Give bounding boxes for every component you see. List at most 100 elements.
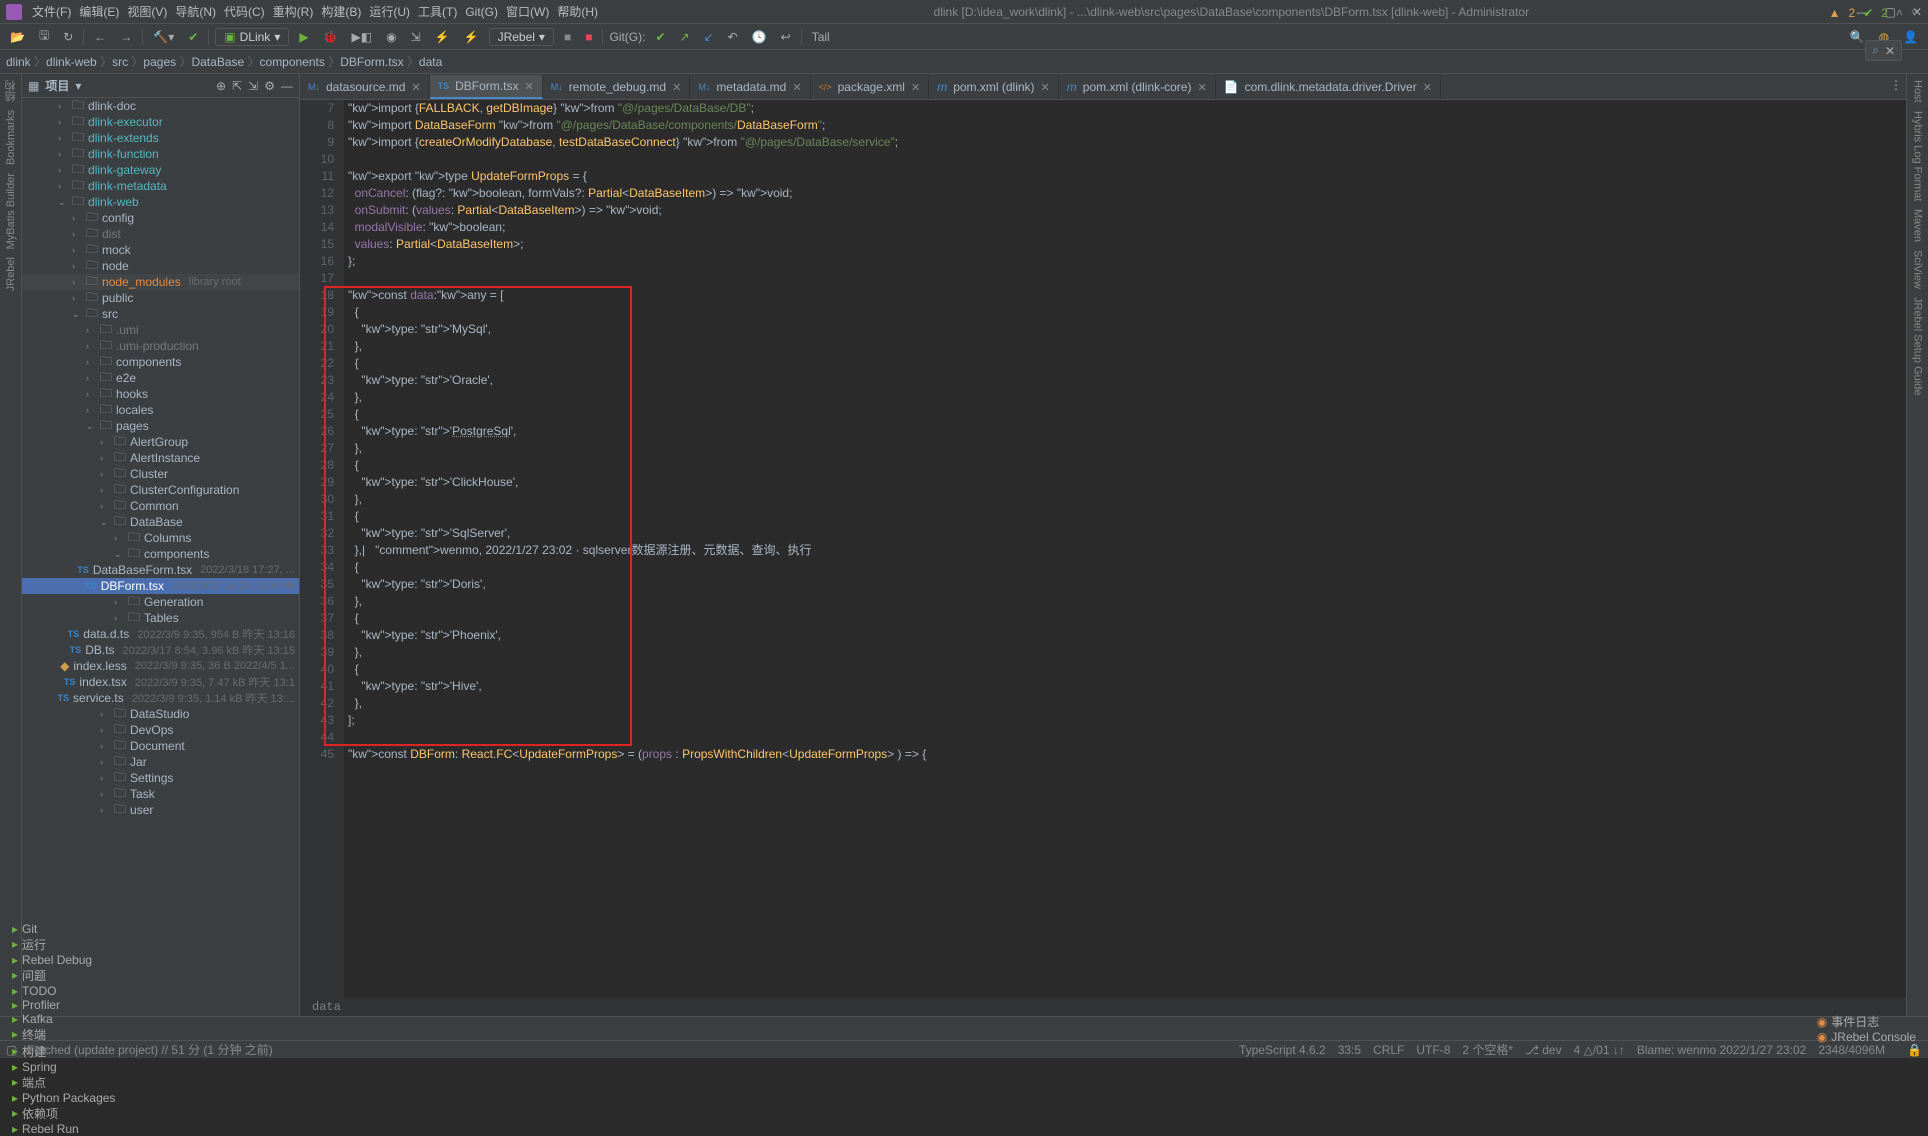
tree-row[interactable]: ◆index.less2022/3/9 9:35, 36 B 2022/4/5 … (22, 658, 299, 674)
editor-tab[interactable]: mpom.xml (dlink-core)✕ (1059, 75, 1216, 99)
git-history-icon[interactable]: ↶ (724, 28, 742, 46)
editor-tab[interactable]: </>package.xml✕ (811, 75, 930, 99)
stop-icon[interactable]: ■ (560, 28, 575, 46)
tree-row[interactable]: ⌄🗀pages (22, 418, 299, 434)
breadcrumb-item[interactable]: dlink (6, 55, 31, 69)
chevron-icon[interactable]: › (86, 357, 96, 367)
open-icon[interactable]: 📂 (6, 28, 29, 46)
tree-row[interactable]: ›🗀user (22, 802, 299, 818)
tool-window-button[interactable]: ▸Kafka (6, 1012, 1807, 1026)
tool-window-button[interactable]: ▸Rebel Run (6, 1122, 1807, 1136)
chevron-icon[interactable]: › (86, 341, 96, 351)
chevron-icon[interactable]: › (58, 181, 68, 191)
right-stripe-maven[interactable]: Maven (1912, 209, 1924, 242)
chevron-icon[interactable]: › (100, 501, 110, 511)
tree-row[interactable]: ›🗀Tables (22, 610, 299, 626)
menu-item[interactable]: 帮助(H) (557, 5, 598, 19)
tree-row[interactable]: ›🗀Task (22, 786, 299, 802)
chevron-icon[interactable]: › (72, 245, 82, 255)
reader-mode-indicator[interactable]: ⌕ ✕ (1865, 40, 1902, 61)
tree-row[interactable]: ›🗀config (22, 210, 299, 226)
editor-tab[interactable]: M↓metadata.md✕ (690, 75, 810, 99)
tool-window-button[interactable]: ▸Profiler (6, 998, 1807, 1012)
chevron-icon[interactable]: › (86, 389, 96, 399)
editor-tab[interactable]: M↓datasource.md✕ (300, 75, 430, 99)
breadcrumb-item[interactable]: DataBase (191, 55, 244, 69)
back-icon[interactable]: ← (90, 28, 110, 46)
menu-item[interactable]: 窗口(W) (506, 5, 549, 19)
left-stripe-structure[interactable]: 结构 (3, 80, 19, 102)
chevron-icon[interactable]: › (86, 325, 96, 335)
jrebel-run-icon[interactable]: ⚡ (431, 28, 454, 46)
tool-window-button[interactable]: ▸依赖项 (6, 1105, 1807, 1122)
chevron-icon[interactable]: ⌄ (86, 421, 96, 432)
lock-icon[interactable]: 🔒 (1907, 1043, 1922, 1057)
tree-row[interactable]: ›🗀Columns (22, 530, 299, 546)
tree-row[interactable]: TSDBForm.tsx2022/3/27 16:28, 3.04 kB (22, 578, 299, 594)
tool-window-button[interactable]: ◉事件日志 (1811, 1013, 1922, 1030)
menu-item[interactable]: 文件(F) (32, 5, 71, 19)
tree-row[interactable]: ›🗀public (22, 290, 299, 306)
breadcrumb-item[interactable]: pages (143, 55, 176, 69)
tool-windows-icon[interactable]: ▢ (6, 1043, 17, 1057)
tree-row[interactable]: TSdata.d.ts2022/3/9 9:35, 954 B 昨天 13:16 (22, 626, 299, 642)
right-stripe-sciview[interactable]: SciView (1912, 250, 1924, 289)
tree-row[interactable]: ›🗀node (22, 258, 299, 274)
status-item[interactable]: TypeScript 4.6.2 (1239, 1043, 1326, 1057)
tree-row[interactable]: ›🗀Settings (22, 770, 299, 786)
tree-row[interactable]: ›🗀mock (22, 242, 299, 258)
git-push-icon[interactable]: ↗ (676, 28, 694, 46)
chevron-icon[interactable]: ⌄ (58, 197, 68, 208)
chevron-icon[interactable]: › (100, 485, 110, 495)
chevron-icon[interactable]: › (58, 101, 68, 111)
tree-row[interactable]: ›🗀dlink-gateway (22, 162, 299, 178)
tree-row[interactable]: TSservice.ts2022/3/9 9:35, 1.14 kB 昨天 13… (22, 690, 299, 706)
tree-row[interactable]: ›🗀locales (22, 402, 299, 418)
close-tab-icon[interactable]: ✕ (911, 81, 920, 94)
close-tab-icon[interactable]: ✕ (524, 80, 533, 93)
right-tool-stripe[interactable]: Host Hybris Log Format Maven SciView JRe… (1906, 74, 1928, 1016)
chevron-icon[interactable]: › (72, 293, 82, 303)
menu-item[interactable]: 工具(T) (418, 5, 457, 19)
tree-row[interactable]: ›🗀AlertGroup (22, 434, 299, 450)
close-tab-icon[interactable]: ✕ (672, 81, 681, 94)
chevron-icon[interactable]: › (58, 133, 68, 143)
tree-row[interactable]: ›🗀e2e (22, 370, 299, 386)
hide-icon[interactable]: — (281, 79, 293, 93)
tree-row[interactable]: ›🗀Generation (22, 594, 299, 610)
collapse-icon[interactable]: ⇲ (248, 79, 258, 93)
chevron-icon[interactable]: › (100, 757, 110, 767)
expand-icon[interactable]: ⇱ (232, 79, 242, 93)
chevron-icon[interactable]: › (86, 373, 96, 383)
status-item[interactable]: CRLF (1373, 1043, 1404, 1057)
tree-row[interactable]: ›🗀dlink-executor (22, 114, 299, 130)
status-item[interactable]: Blame: wenmo 2022/1/27 23:02 (1637, 1043, 1806, 1057)
chevron-icon[interactable]: › (114, 533, 124, 543)
chevron-icon[interactable]: › (114, 597, 124, 607)
breadcrumb-item[interactable]: DBForm.tsx (340, 55, 403, 69)
chevron-icon[interactable]: › (72, 213, 82, 223)
tree-row[interactable]: TSDB.ts2022/3/17 8:54, 3.96 kB 昨天 13:15 (22, 642, 299, 658)
right-stripe-hybris[interactable]: Hybris Log Format (1912, 111, 1924, 201)
close-tab-icon[interactable]: ✕ (1423, 81, 1432, 94)
next-icon[interactable]: ˅ (1911, 6, 1918, 20)
tool-window-button[interactable]: ▸终端 (6, 1026, 1807, 1043)
attach-icon[interactable]: ⇲ (407, 28, 425, 46)
run-icon[interactable]: ▶ (295, 28, 312, 46)
menu-item[interactable]: 运行(U) (369, 5, 410, 19)
left-tool-stripe[interactable]: 结构 Bookmarks MyBatis Builder JRebel (0, 74, 22, 1016)
inspection-widget[interactable]: ▲2 ✔2 ˄ ˅ (1829, 6, 1918, 20)
right-stripe-host[interactable]: Host (1912, 80, 1924, 103)
chevron-icon[interactable]: › (72, 229, 82, 239)
close-tab-icon[interactable]: ✕ (411, 81, 420, 94)
chevron-icon[interactable]: › (72, 261, 82, 271)
tree-row[interactable]: ›🗀ClusterConfiguration (22, 482, 299, 498)
menu-item[interactable]: 编辑(E) (79, 5, 119, 19)
status-item[interactable]: UTF-8 (1416, 1043, 1450, 1057)
tree-row[interactable]: ›🗀hooks (22, 386, 299, 402)
tabs-more-icon[interactable]: ⋮ (1890, 78, 1902, 92)
chevron-icon[interactable]: › (100, 773, 110, 783)
run-config-selector[interactable]: ▣DLink▾ (215, 28, 289, 46)
tool-window-button[interactable]: ▸端点 (6, 1074, 1807, 1091)
breadcrumb-item[interactable]: components (260, 55, 325, 69)
